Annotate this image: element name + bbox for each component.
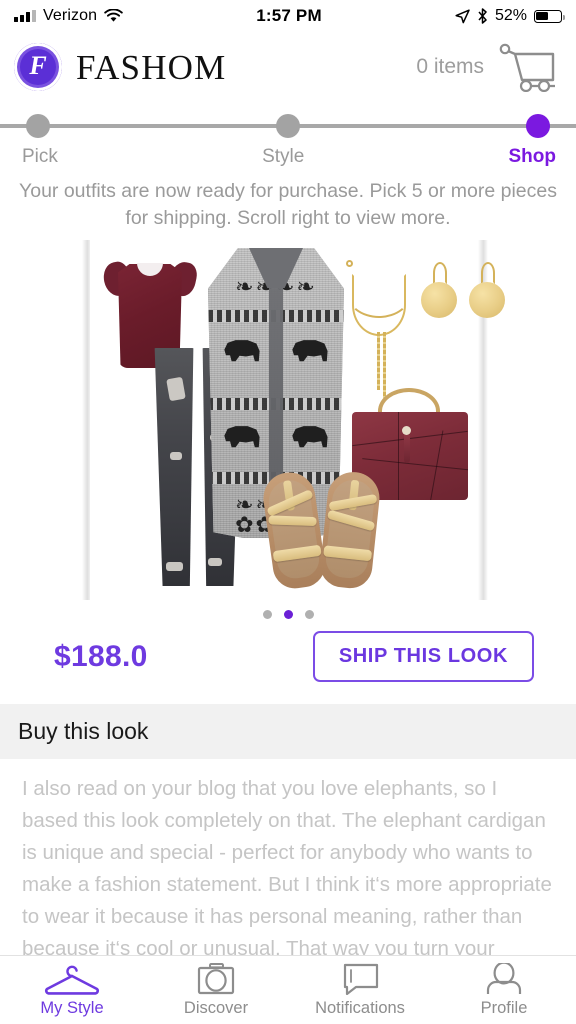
elephant-motif-icon — [292, 340, 328, 362]
tab-label: Profile — [480, 998, 528, 1017]
necklace-item[interactable] — [340, 258, 420, 408]
cart-item-count: 0 items — [416, 55, 484, 78]
status-bar-left: Verizon — [14, 7, 123, 25]
instruction-text: Your outfits are now ready for purchase.… — [19, 180, 557, 229]
battery-icon — [533, 9, 565, 23]
elephant-motif-icon — [292, 426, 328, 448]
shopping-cart-icon[interactable] — [498, 42, 560, 92]
bluetooth-icon — [478, 8, 487, 24]
jeans-rip — [170, 452, 182, 460]
status-bar-right: 52% — [455, 7, 565, 25]
tab-label: My Style — [40, 998, 104, 1017]
app-header: F FASHOM 0 items — [0, 32, 576, 102]
bottom-tab-bar: My Style Discover Notifications Profile — [0, 955, 576, 1024]
necklace-chain-inner — [352, 274, 406, 336]
battery-percent-label: 52% — [494, 7, 527, 24]
brand-wordmark: FASHOM — [76, 47, 227, 87]
jeans-rip — [208, 558, 222, 566]
earring-hook — [481, 262, 495, 284]
location-arrow-icon — [455, 8, 470, 23]
tab-notifications[interactable]: Notifications — [288, 963, 432, 1018]
hanger-icon — [44, 965, 100, 995]
carousel-dots[interactable] — [0, 600, 576, 619]
price-row: $188.0 SHIP THIS LOOK — [0, 619, 576, 682]
stepper-labels: Pick Style Shop — [0, 144, 576, 168]
buy-this-look-header: Buy this look — [0, 704, 576, 759]
status-bar: Verizon 1:57 PM 52% — [0, 0, 576, 32]
tab-label: Notifications — [315, 998, 405, 1017]
camera-icon — [197, 962, 235, 994]
earring-hook — [433, 262, 447, 284]
ship-this-look-button[interactable]: SHIP THIS LOOK — [312, 631, 534, 682]
carousel-dot[interactable] — [262, 610, 272, 619]
tab-label: Discover — [183, 998, 249, 1017]
look-card[interactable]: ❧❧❧❧ ❧❧❧❧ ✿✿✿✿ — [90, 240, 505, 600]
stepper-node-shop[interactable] — [526, 114, 550, 138]
stepper-label-shop[interactable]: Shop — [509, 146, 557, 168]
earring-item[interactable] — [420, 262, 458, 348]
handbag-tassel — [402, 426, 411, 463]
sandal-strap — [268, 515, 317, 527]
carrier-label: Verizon — [43, 7, 98, 24]
look-carousel[interactable]: ❧❧❧❧ ❧❧❧❧ ✿✿✿✿ — [0, 240, 576, 600]
jeans-rip — [166, 562, 183, 571]
brand-logo[interactable]: F FASHOM — [14, 43, 226, 91]
necklace-tassel — [377, 332, 380, 390]
carousel-dot-active[interactable] — [283, 610, 293, 619]
tab-discover[interactable]: Discover — [144, 962, 288, 1018]
earring-disc — [469, 282, 505, 318]
app-screen: Verizon 1:57 PM 52% F FASHOM 0 items Pic… — [0, 0, 576, 1024]
person-icon — [486, 962, 522, 994]
fashom-logo-icon: F — [14, 43, 62, 91]
stepper-node-pick[interactable] — [26, 114, 50, 138]
carousel-dot[interactable] — [304, 610, 314, 619]
progress-stepper — [0, 106, 576, 144]
clock: 1:57 PM — [256, 6, 322, 25]
buy-this-look-title: Buy this look — [18, 718, 149, 744]
sandal-item[interactable] — [312, 469, 390, 593]
elephant-motif-icon — [224, 426, 260, 448]
wifi-icon — [104, 9, 123, 22]
earring-item[interactable] — [468, 262, 506, 348]
earring-disc — [421, 282, 457, 318]
logo-letter: F — [29, 51, 47, 80]
section-spacer — [0, 682, 576, 704]
chat-bubble-icon — [343, 963, 379, 995]
stepper-node-style[interactable] — [276, 114, 300, 138]
elephant-motif-icon — [224, 340, 260, 362]
tab-profile[interactable]: Profile — [432, 962, 576, 1018]
cart-area[interactable]: 0 items — [416, 42, 560, 92]
look-price: $188.0 — [54, 639, 148, 673]
tab-my-style[interactable]: My Style — [0, 963, 144, 1018]
outfit-collage: ❧❧❧❧ ❧❧❧❧ ✿✿✿✿ — [90, 240, 505, 600]
stepper-label-pick[interactable]: Pick — [22, 146, 58, 168]
stepper-label-style[interactable]: Style — [262, 146, 304, 168]
signal-bars-icon — [14, 10, 36, 22]
